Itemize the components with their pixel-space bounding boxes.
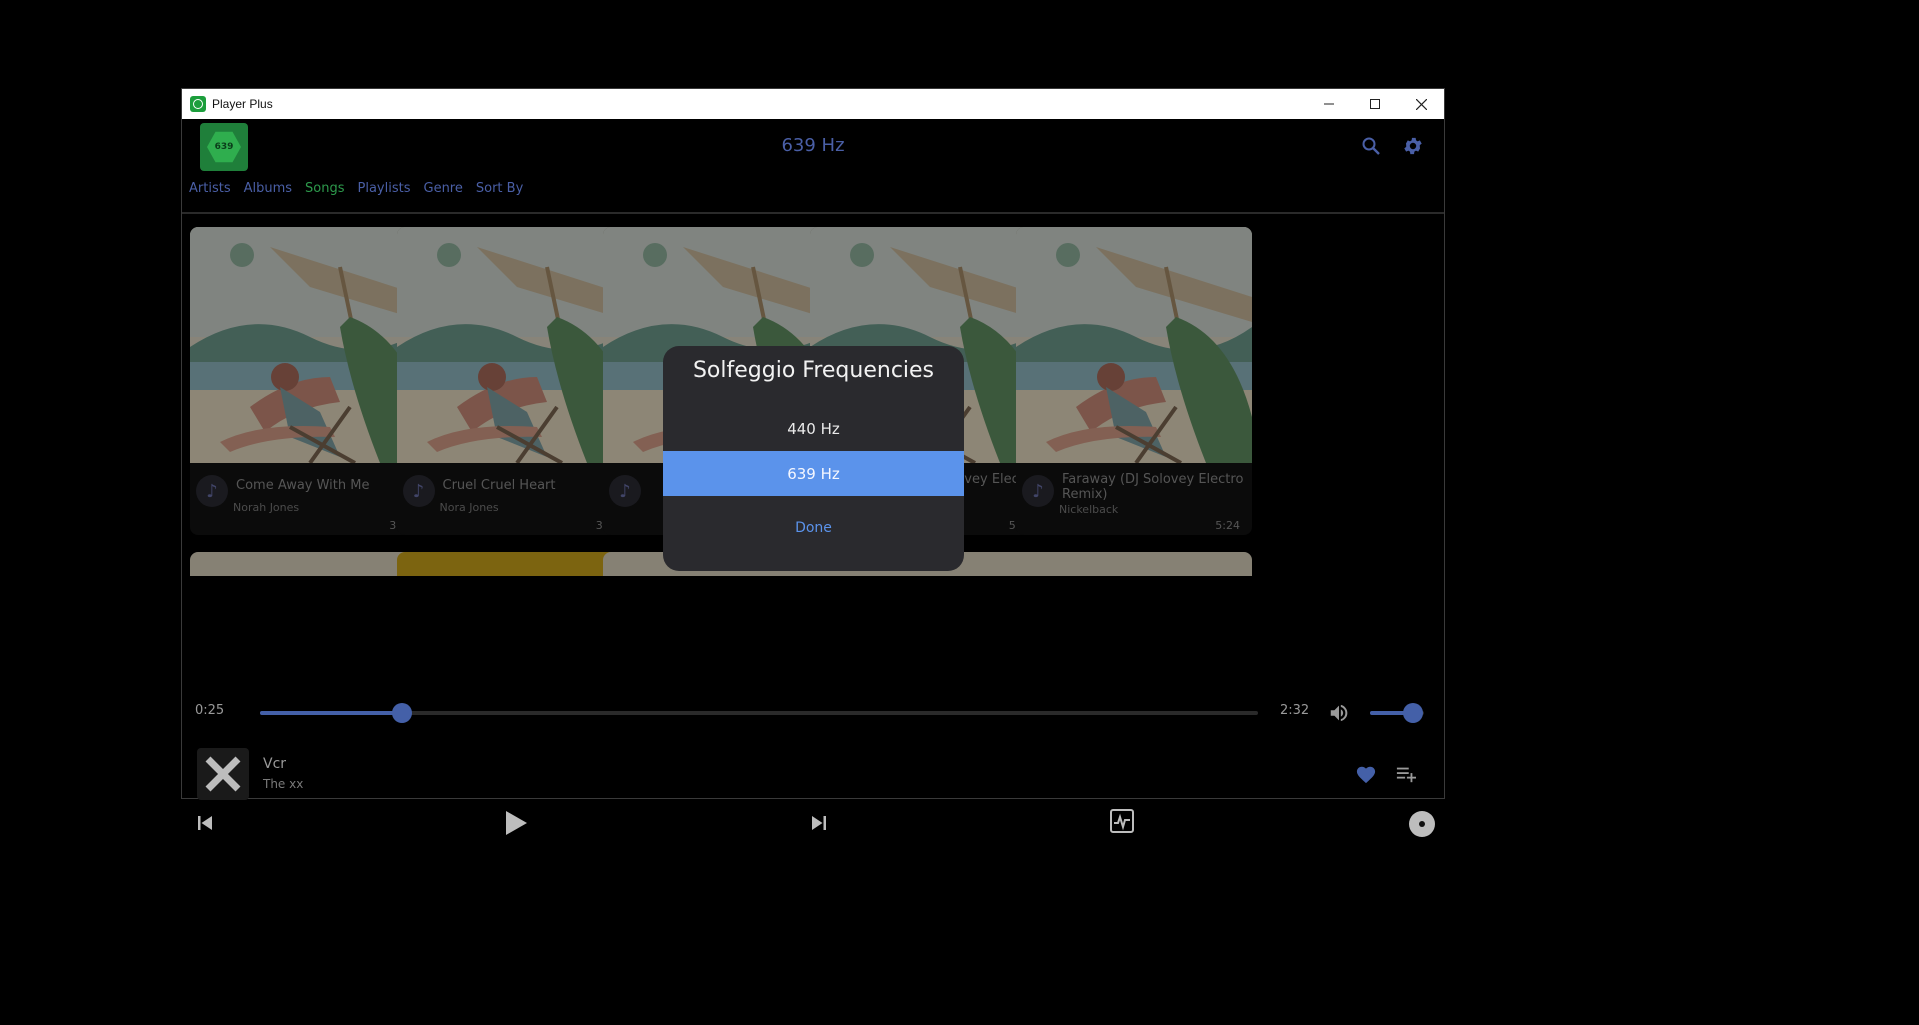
favorite-button[interactable] [1352, 760, 1380, 788]
progress-handle[interactable] [391, 703, 412, 723]
play-icon [506, 811, 527, 835]
playlist-add-icon [1396, 767, 1416, 783]
nav-artists[interactable]: Artists [189, 181, 231, 196]
solfeggio-frequencies-dialog: Solfeggio Frequencies 440 Hz 639 Hz Done [663, 346, 964, 571]
close-icon [1415, 98, 1427, 110]
header-divider [182, 212, 1444, 214]
elapsed-time: 0:25 [195, 703, 225, 718]
next-button[interactable] [806, 810, 832, 836]
progress-fill [260, 711, 402, 715]
volume-icon [1330, 704, 1348, 722]
skip-previous-icon [198, 816, 212, 830]
minimize-icon [1324, 103, 1334, 105]
current-frequency-title[interactable]: 639 Hz [182, 135, 1444, 156]
frequency-option-440[interactable]: 440 Hz [663, 406, 964, 451]
total-time: 2:32 [1280, 703, 1310, 718]
nav-albums[interactable]: Albums [244, 181, 292, 196]
progress-slider[interactable] [260, 703, 1258, 723]
search-button[interactable] [1358, 133, 1384, 159]
dialog-title: Solfeggio Frequencies [692, 358, 935, 383]
player-bar: 0:25 2:32 Vcr The xx [182, 688, 1444, 837]
activity-monitor-icon [1110, 809, 1134, 833]
previous-button[interactable] [192, 810, 218, 836]
window-controls [1306, 89, 1444, 119]
no-artwork-x-icon [205, 756, 241, 792]
minimize-button[interactable] [1306, 89, 1352, 119]
title-bar[interactable]: Player Plus [182, 89, 1444, 119]
nav-songs[interactable]: Songs [305, 181, 344, 196]
nav-genre[interactable]: Genre [424, 181, 463, 196]
nav-playlists[interactable]: Playlists [358, 181, 411, 196]
search-icon [1362, 137, 1380, 155]
visualizer-button[interactable] [1107, 806, 1137, 836]
settings-button[interactable] [1400, 133, 1426, 159]
close-button[interactable] [1398, 89, 1444, 119]
maximize-icon [1370, 99, 1380, 109]
done-button[interactable]: Done [663, 520, 964, 536]
now-playing-artist: The xx [263, 777, 304, 791]
add-to-playlist-button[interactable] [1392, 760, 1420, 788]
app-icon [190, 96, 206, 112]
library-nav: Artists Albums Songs Playlists Genre Sor… [189, 181, 523, 196]
frequency-option-639[interactable]: 639 Hz [663, 451, 964, 496]
maximize-button[interactable] [1352, 89, 1398, 119]
now-playing-artwork[interactable] [197, 748, 249, 800]
disc-button[interactable] [1407, 809, 1437, 839]
app-header: 639 639 Hz Artists Albums Songs Playlist… [182, 119, 1444, 214]
volume-slider[interactable] [1370, 703, 1424, 723]
heart-icon [1356, 766, 1376, 784]
now-playing-title: Vcr [263, 756, 287, 772]
play-button[interactable] [499, 806, 533, 840]
disc-icon [1409, 811, 1435, 837]
gear-icon [1404, 137, 1422, 155]
skip-next-icon [812, 816, 826, 830]
volume-button[interactable] [1326, 700, 1352, 726]
window-title: Player Plus [212, 97, 273, 111]
nav-sort-by[interactable]: Sort By [476, 181, 523, 196]
volume-handle[interactable] [1403, 703, 1424, 723]
